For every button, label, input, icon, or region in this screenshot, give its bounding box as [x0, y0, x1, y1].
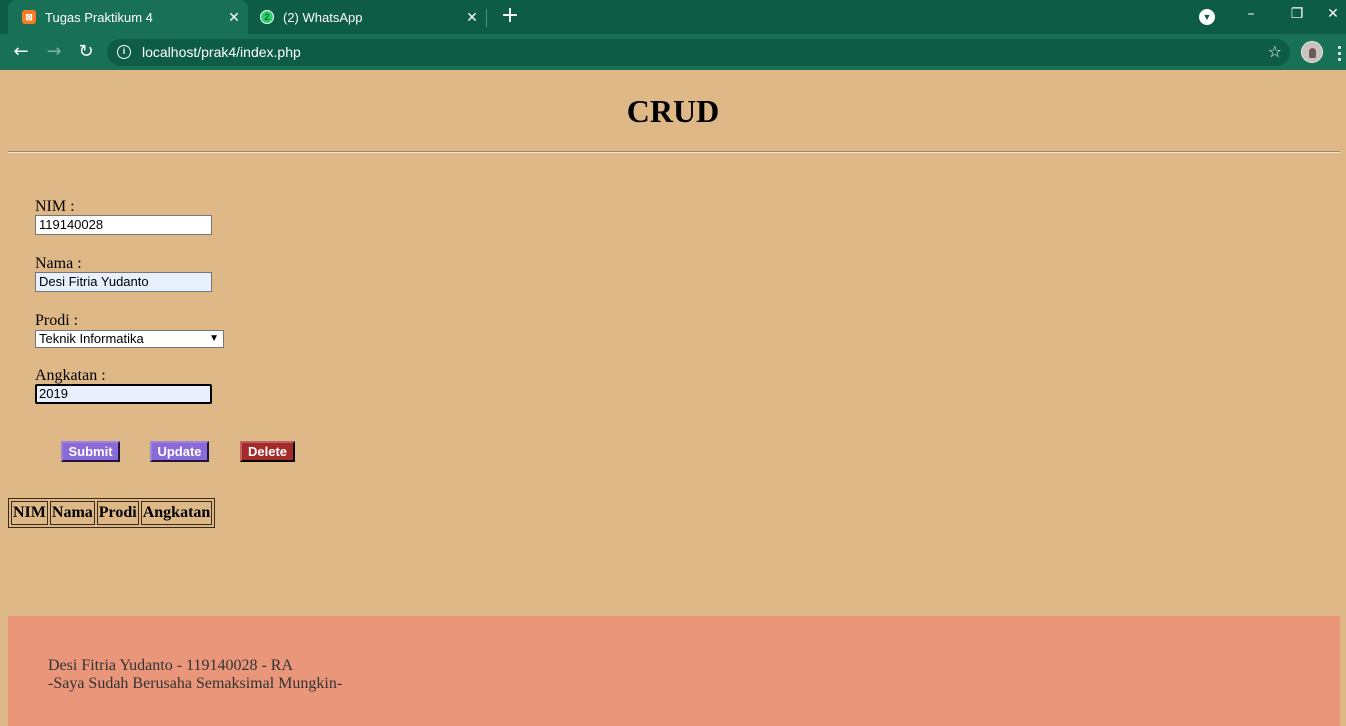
- close-window-button[interactable]: ✕: [1320, 0, 1346, 30]
- nim-label: NIM :: [35, 198, 75, 215]
- close-tab-icon[interactable]: ✕: [458, 9, 486, 26]
- xampp-icon: ⊠: [22, 10, 36, 24]
- forward-arrow-icon[interactable]: →: [41, 40, 67, 64]
- restore-button[interactable]: ❐: [1274, 0, 1320, 30]
- chevron-down-icon: ▼: [209, 333, 219, 344]
- prodi-label: Prodi :: [35, 312, 79, 329]
- nama-label: Nama :: [35, 255, 82, 272]
- bookmark-star-icon[interactable]: ☆: [1268, 41, 1282, 63]
- angkatan-label: Angkatan :: [35, 367, 106, 384]
- url-text[interactable]: localhost/prak4/index.php: [142, 39, 301, 66]
- column-header-nama: Nama: [49, 501, 95, 525]
- minimize-button[interactable]: –: [1228, 0, 1274, 30]
- profile-avatar[interactable]: [1301, 41, 1323, 63]
- reload-icon[interactable]: ↻: [73, 40, 99, 64]
- footer: Desi Fitria Yudanto - 119140028 - RA -Sa…: [8, 616, 1340, 726]
- delete-button[interactable]: Delete: [240, 441, 295, 462]
- footer-credit: Desi Fitria Yudanto - 119140028 - RA: [48, 657, 294, 674]
- update-button[interactable]: Update: [150, 441, 209, 462]
- page-title: CRUD: [626, 93, 720, 129]
- menu-kebab-icon[interactable]: [1334, 44, 1344, 62]
- close-tab-icon[interactable]: ✕: [220, 9, 248, 26]
- column-header-nim: NIM: [11, 501, 48, 525]
- footer-motto: -Saya Sudah Berusaha Semaksimal Mungkin-: [48, 675, 343, 692]
- tab-strip: ⊠ Tugas Praktikum 4 ✕ 2 (2) WhatsApp ✕ +…: [0, 0, 1346, 34]
- angkatan-input[interactable]: 2019: [35, 384, 212, 404]
- new-tab-button[interactable]: +: [498, 4, 522, 30]
- address-bar[interactable]: i localhost/prak4/index.php ☆: [107, 39, 1290, 66]
- tab-title: Tugas Praktikum 4: [45, 9, 153, 25]
- prodi-select[interactable]: Teknik Informatika ▼: [35, 330, 224, 348]
- column-header-angkatan: Angkatan: [140, 501, 213, 525]
- data-table: NIM Nama Prodi Angkatan: [8, 498, 216, 528]
- tab-whatsapp[interactable]: 2 (2) WhatsApp ✕: [250, 0, 486, 34]
- tab-search-icon[interactable]: ▼: [1199, 9, 1215, 25]
- nim-input[interactable]: 119140028: [35, 215, 212, 235]
- browser-toolbar: ← → ↻ i localhost/prak4/index.php ☆: [0, 34, 1346, 70]
- whatsapp-icon: 2: [260, 10, 274, 24]
- column-header-prodi: Prodi: [96, 501, 139, 525]
- tab-separator: [486, 9, 487, 27]
- tab-title: (2) WhatsApp: [283, 9, 363, 25]
- submit-button[interactable]: Submit: [61, 441, 120, 462]
- prodi-selected-value: Teknik Informatika: [39, 331, 144, 346]
- site-info-icon[interactable]: i: [117, 45, 131, 59]
- tab-tugas-praktikum[interactable]: ⊠ Tugas Praktikum 4 ✕: [8, 0, 248, 34]
- nama-input[interactable]: Desi Fitria Yudanto: [35, 272, 212, 292]
- table-header-row: NIM Nama Prodi Angkatan: [11, 501, 213, 525]
- back-arrow-icon[interactable]: ←: [8, 40, 34, 64]
- horizontal-divider: [8, 151, 1340, 153]
